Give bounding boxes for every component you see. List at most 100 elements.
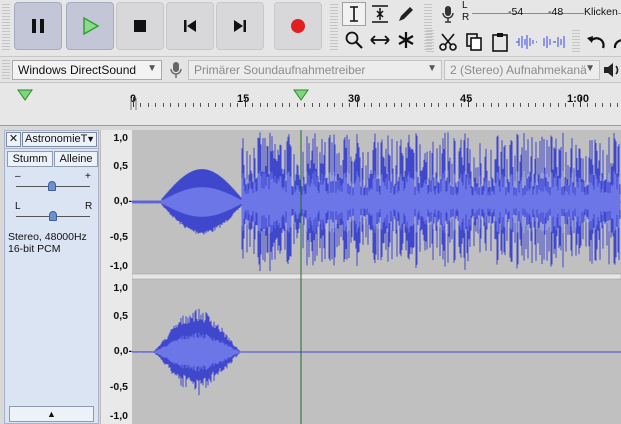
selection-tool[interactable]: [342, 2, 366, 26]
undo-grip[interactable]: [572, 28, 580, 52]
ruler-tick: [483, 103, 485, 107]
amplitude-label: 1,0: [113, 132, 128, 144]
ruler-tick: [580, 97, 581, 107]
ruler-tick: [535, 103, 537, 107]
ruler-tick: [319, 103, 321, 107]
audio-host-select[interactable]: Windows DirectSound ▼: [12, 60, 162, 80]
ruler-tick: [594, 103, 596, 107]
stop-button[interactable]: [116, 2, 164, 50]
undo-icon: [587, 36, 605, 49]
double-arrow-icon: [370, 35, 390, 45]
pan-slider[interactable]: [14, 209, 92, 223]
play-button[interactable]: [66, 2, 114, 50]
pan-slider-knob[interactable]: [49, 211, 57, 221]
device-toolbar: Windows DirectSound ▼ Primärer Soundaufn…: [0, 56, 621, 82]
amplitude-label: 0,5: [113, 160, 128, 172]
gain-slider-knob[interactable]: [48, 181, 56, 191]
ruler-tick: [557, 103, 559, 107]
ruler-tick: [617, 103, 619, 107]
ruler-tick: [468, 97, 470, 107]
gain-slider[interactable]: [14, 179, 92, 193]
toolbar-grip[interactable]: [2, 2, 10, 50]
time-shift-tool[interactable]: [368, 28, 392, 52]
silence-button[interactable]: [542, 30, 566, 54]
channel-separator[interactable]: [131, 273, 621, 280]
play-marker-icon[interactable]: [17, 88, 33, 102]
mute-button[interactable]: Stumm: [7, 151, 53, 167]
microphone-icon: [442, 6, 454, 23]
ruler-tick: [229, 103, 231, 107]
tools-grip[interactable]: [330, 2, 338, 50]
redo-icon: [613, 39, 621, 49]
multi-tool[interactable]: [394, 28, 418, 52]
recording-device-value: Primärer Soundaufnahmetreiber: [194, 63, 366, 77]
amplitude-ruler[interactable]: 1,0 0,5 0,0- -0,5 -1,0 1,0 0,5 0,0- -0,5…: [100, 130, 132, 424]
ruler-tick: [475, 103, 477, 107]
record-meter-button[interactable]: [436, 2, 460, 26]
ruler-tick: [244, 97, 246, 107]
ruler-tick: [282, 103, 283, 107]
cut-button[interactable]: [436, 30, 460, 54]
track-name-menu[interactable]: AstronomieT ▼: [22, 132, 97, 147]
ruler-tick: [252, 103, 254, 107]
silence-audio-icon: [543, 36, 565, 48]
record-button[interactable]: [274, 2, 322, 50]
waveform-display[interactable]: [131, 130, 621, 424]
ruler-label: 1:00: [567, 93, 590, 105]
timeline-ruler[interactable]: 0 15 30 45 1:00: [0, 82, 621, 126]
pause-button[interactable]: [14, 2, 62, 50]
ruler-tick: [296, 103, 298, 107]
ruler-tick: [550, 103, 552, 107]
envelope-tool[interactable]: [368, 2, 392, 26]
draw-tool[interactable]: [394, 2, 418, 26]
ruler-tick: [185, 103, 187, 107]
ruler-tick: [527, 103, 529, 107]
track-name: AstronomieT: [25, 133, 88, 145]
ruler-tick: [334, 103, 336, 107]
chevron-down-icon: ▼: [147, 63, 157, 74]
chevron-down-icon: ▼: [427, 63, 437, 74]
copy-button[interactable]: [462, 30, 486, 54]
skip-to-end-button[interactable]: [216, 2, 264, 50]
waveform-area[interactable]: [131, 130, 621, 424]
amplitude-label: 1,0: [113, 282, 128, 294]
audio-host-value: Windows DirectSound: [18, 63, 137, 77]
track-collapse-button[interactable]: ▲: [9, 406, 94, 422]
amplitude-label: 0,5: [113, 310, 128, 322]
scissors-icon: [439, 33, 457, 51]
track-control-panel[interactable]: ✕ AstronomieT ▼ Stumm Alleine – + L R St…: [4, 130, 99, 424]
amplitude-label: -0,5: [109, 381, 128, 393]
ruler-tick: [170, 103, 172, 107]
recording-device-select[interactable]: Primärer Soundaufnahmetreiber ▼: [188, 60, 442, 80]
meter-left-label: L: [462, 0, 468, 11]
trim-button[interactable]: [514, 30, 538, 54]
solo-button[interactable]: Alleine: [54, 151, 98, 167]
undo-button[interactable]: [584, 30, 608, 54]
ruler-tick: [304, 103, 306, 107]
ruler-tick: [349, 103, 351, 107]
ruler-tick: [274, 103, 276, 107]
skip-to-start-button[interactable]: [166, 2, 214, 50]
skip-to-start-icon: [184, 20, 196, 32]
ruler-tick: [408, 103, 410, 107]
pencil-icon: [399, 7, 413, 21]
zoom-tool[interactable]: [342, 28, 366, 52]
ruler-tick: [162, 103, 164, 107]
amplitude-label: 0,0-: [113, 345, 132, 357]
paste-button[interactable]: [488, 30, 512, 54]
record-meter[interactable]: -54 -48 Klicken: [472, 1, 621, 25]
chevron-down-icon: ▼: [585, 63, 595, 74]
ruler-tick: [453, 103, 455, 107]
ruler-tick: [460, 103, 462, 107]
edit-grip[interactable]: [426, 28, 434, 52]
ruler-label: 45: [460, 93, 473, 105]
playhead-marker-icon[interactable]: [293, 88, 309, 102]
amplitude-label: -1,0: [109, 260, 128, 272]
ruler-tick: [416, 103, 418, 107]
device-grip[interactable]: [2, 59, 10, 79]
chevron-down-icon: ▼: [86, 134, 95, 144]
recording-channels-select[interactable]: 2 (Stereo) Aufnahmekanä ▼: [444, 60, 600, 80]
redo-button[interactable]: [608, 30, 621, 54]
track-close-button[interactable]: ✕: [6, 132, 21, 147]
ruler-tick: [267, 103, 269, 107]
